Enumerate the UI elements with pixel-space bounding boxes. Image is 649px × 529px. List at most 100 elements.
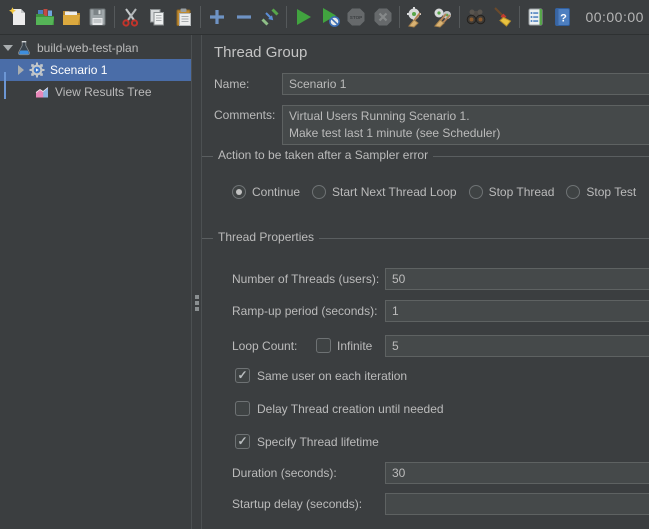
- expand-all-icon: [206, 6, 228, 28]
- thread-group-panel: Thread Group Name: Comments: Virtual Use…: [202, 35, 649, 529]
- start-no-timers-button[interactable]: [317, 3, 343, 31]
- startup-delay-input[interactable]: [385, 493, 649, 515]
- tree-item-label: build-web-test-plan: [37, 41, 138, 55]
- checkbox-icon: [235, 434, 250, 449]
- help-button[interactable]: ?: [549, 3, 575, 31]
- page-title: Thread Group: [214, 44, 307, 61]
- checkbox-label: Same user on each iteration: [257, 369, 407, 383]
- radio-start-next-thread-loop[interactable]: Start Next Thread Loop: [312, 185, 457, 199]
- search-reset-button[interactable]: [489, 3, 515, 31]
- toolbar-separator: [286, 6, 287, 28]
- templates-button[interactable]: [31, 3, 57, 31]
- tree-item-thread-group[interactable]: Scenario 1: [0, 59, 191, 81]
- clear-button[interactable]: [403, 3, 429, 31]
- num-threads-input[interactable]: [385, 268, 649, 290]
- checkbox-icon: [316, 338, 331, 353]
- sampler-error-options: Continue Start Next Thread Loop Stop Thr…: [232, 185, 636, 199]
- loop-count-input[interactable]: [385, 335, 649, 357]
- copy-icon: [146, 6, 168, 28]
- search-icon: [465, 6, 487, 28]
- function-helper-button[interactable]: [523, 3, 549, 31]
- expander-right-icon[interactable]: [16, 65, 26, 75]
- comments-label: Comments:: [214, 105, 275, 125]
- name-input[interactable]: [282, 73, 649, 95]
- infinite-checkbox[interactable]: Infinite: [316, 338, 372, 353]
- collapse-all-button[interactable]: [230, 3, 256, 31]
- startup-delay-label: Startup delay (seconds):: [232, 493, 362, 515]
- shutdown-button[interactable]: [369, 3, 395, 31]
- stop-button[interactable]: STOP: [343, 3, 369, 31]
- thread-properties-group: Thread Properties: [202, 238, 649, 253]
- expand-all-button[interactable]: [204, 3, 230, 31]
- thread-group-icon: [29, 62, 45, 78]
- clear-all-button[interactable]: [429, 3, 455, 31]
- comments-input[interactable]: Virtual Users Running Scenario 1. Make t…: [282, 105, 649, 145]
- toolbar-separator: [200, 6, 201, 28]
- svg-text:?: ?: [560, 13, 567, 25]
- toolbar-separator: [114, 6, 115, 28]
- copy-button[interactable]: [144, 3, 170, 31]
- new-file-button[interactable]: [5, 3, 31, 31]
- test-plan-tree: build-web-test-plan Scenario 1: [0, 35, 191, 529]
- radio-label: Continue: [252, 185, 300, 199]
- radio-icon: [469, 185, 483, 199]
- stop-icon: STOP: [345, 6, 367, 28]
- specify-lifetime-checkbox[interactable]: Specify Thread lifetime: [235, 434, 379, 449]
- save-button[interactable]: [84, 3, 110, 31]
- toolbar-separator: [399, 6, 400, 28]
- delay-thread-checkbox[interactable]: Delay Thread creation until needed: [235, 401, 444, 416]
- checkbox-label: Delay Thread creation until needed: [257, 402, 444, 416]
- radio-label: Start Next Thread Loop: [332, 185, 457, 199]
- radio-label: Stop Test: [586, 185, 636, 199]
- collapse-all-icon: [233, 6, 255, 28]
- clear-all-icon: [432, 6, 454, 28]
- tree-item-test-plan[interactable]: build-web-test-plan: [0, 37, 191, 59]
- radio-continue[interactable]: Continue: [232, 185, 300, 199]
- same-user-checkbox[interactable]: Same user on each iteration: [235, 368, 407, 383]
- toolbar-separator: [519, 6, 520, 28]
- name-label: Name:: [214, 73, 249, 95]
- duration-input[interactable]: [385, 462, 649, 484]
- save-icon: [86, 6, 108, 28]
- paste-button[interactable]: [171, 3, 197, 31]
- expander-down-icon[interactable]: [3, 43, 13, 53]
- templates-icon: [34, 6, 56, 28]
- toggle-button[interactable]: [257, 3, 283, 31]
- open-button[interactable]: [58, 3, 84, 31]
- checkbox-label: Specify Thread lifetime: [257, 435, 379, 449]
- radio-icon: [566, 185, 580, 199]
- start-button[interactable]: [290, 3, 316, 31]
- paste-icon: [173, 6, 195, 28]
- checkbox-label: Infinite: [337, 339, 372, 353]
- svg-text:STOP: STOP: [350, 15, 362, 20]
- ramp-up-label: Ramp-up period (seconds):: [232, 300, 377, 322]
- radio-stop-test[interactable]: Stop Test: [566, 185, 636, 199]
- shutdown-icon: [372, 6, 394, 28]
- checkbox-icon: [235, 401, 250, 416]
- radio-stop-thread[interactable]: Stop Thread: [469, 185, 555, 199]
- cut-button[interactable]: [118, 3, 144, 31]
- search-button[interactable]: [463, 3, 489, 31]
- radio-icon: [312, 185, 326, 199]
- num-threads-label: Number of Threads (users):: [232, 268, 379, 290]
- test-plan-icon: [16, 40, 32, 56]
- splitter-grip-icon: [195, 293, 199, 313]
- cut-icon: [120, 6, 142, 28]
- ramp-up-input[interactable]: [385, 300, 649, 322]
- function-helper-icon: [525, 6, 547, 28]
- open-folder-icon: [60, 6, 82, 28]
- tree-item-view-results-tree[interactable]: View Results Tree: [0, 81, 191, 103]
- clear-icon: [405, 6, 427, 28]
- tree-item-label: View Results Tree: [55, 85, 152, 99]
- help-icon: ?: [551, 6, 573, 28]
- duration-label: Duration (seconds):: [232, 462, 337, 484]
- search-reset-icon: [491, 6, 513, 28]
- sampler-error-group-title: Action to be taken after a Sampler error: [213, 148, 433, 162]
- tree-item-label: Scenario 1: [50, 63, 107, 77]
- start-icon: [292, 6, 314, 28]
- panel-splitter[interactable]: [191, 35, 202, 529]
- thread-properties-group-title: Thread Properties: [213, 230, 319, 244]
- test-timer: 00:00:00: [585, 9, 644, 25]
- toolbar: STOP: [0, 0, 649, 35]
- toolbar-separator: [459, 6, 460, 28]
